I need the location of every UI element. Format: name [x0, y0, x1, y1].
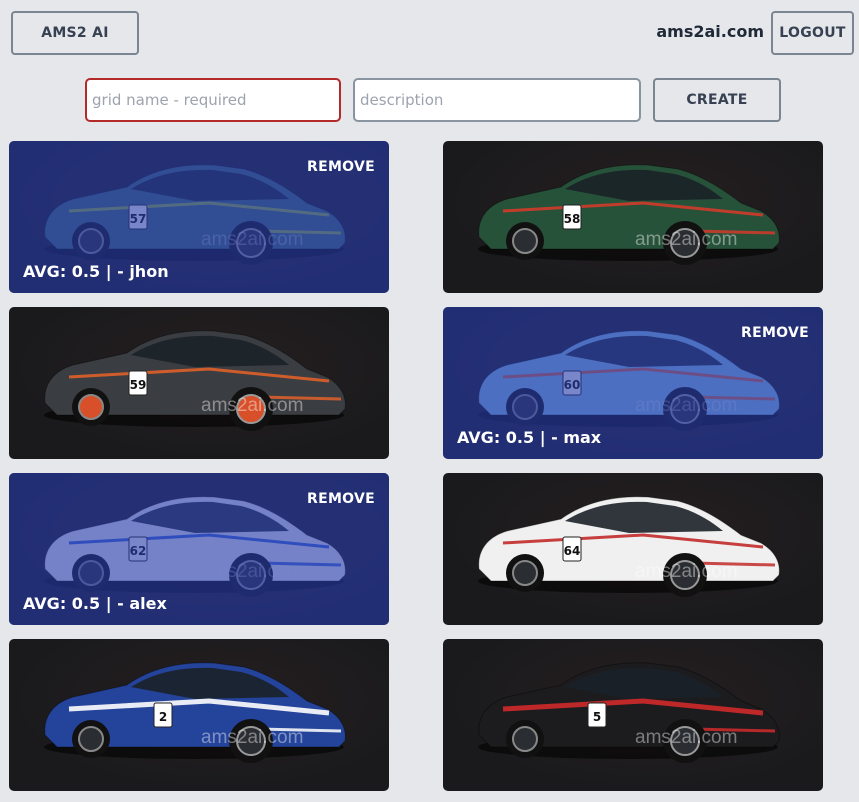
car-livery-image: 64 — [478, 496, 780, 597]
car-livery-image: 58 — [478, 164, 780, 265]
logout-button[interactable]: LOGOUT — [771, 11, 854, 55]
car-livery-image: 2 — [44, 662, 346, 763]
car-card[interactable]: 5 ams2ai.com — [443, 639, 823, 791]
site-name: ams2ai.com — [656, 22, 764, 41]
car-card[interactable]: 2 ams2ai.com — [9, 639, 389, 791]
car-card[interactable]: 64 ams2ai.com — [443, 473, 823, 625]
page: AMS2 AI ams2ai.com LOGOUT CREATE 57 ams2… — [0, 0, 859, 802]
description-input[interactable] — [353, 78, 641, 122]
grid-name-input[interactable] — [85, 78, 341, 122]
car-number: 64 — [564, 544, 581, 558]
avg-label: AVG: 0.5 | - max — [457, 428, 602, 447]
avg-label: AVG: 0.5 | - alex — [23, 594, 167, 613]
watermark: ams2ai.com — [635, 561, 738, 582]
car-livery-image: 5 — [478, 662, 780, 763]
watermark: ams2ai.com — [201, 395, 304, 416]
brand-button[interactable]: AMS2 AI — [11, 11, 139, 55]
car-card[interactable]: 60 ams2ai.com REMOVEAVG: 0.5 | - max — [443, 307, 823, 459]
watermark: ams2ai.com — [635, 229, 738, 250]
avg-label: AVG: 0.5 | - jhon — [23, 262, 169, 281]
car-livery-image: 59 — [44, 330, 346, 431]
remove-button[interactable]: REMOVE — [307, 159, 375, 175]
car-number: 5 — [593, 710, 601, 724]
watermark: ams2ai.com — [201, 727, 304, 748]
remove-button[interactable]: REMOVE — [741, 325, 809, 341]
car-card[interactable]: 59 ams2ai.com — [9, 307, 389, 459]
car-card[interactable]: 58 ams2ai.com — [443, 141, 823, 293]
car-number: 2 — [159, 710, 167, 724]
car-number: 58 — [564, 212, 581, 226]
watermark: ams2ai.com — [635, 727, 738, 748]
car-number: 59 — [130, 378, 147, 392]
car-card[interactable]: 62 ams2ai.com REMOVEAVG: 0.5 | - alex — [9, 473, 389, 625]
remove-button[interactable]: REMOVE — [307, 491, 375, 507]
car-card[interactable]: 57 ams2ai.com REMOVEAVG: 0.5 | - jhon — [9, 141, 389, 293]
create-button[interactable]: CREATE — [653, 78, 781, 122]
